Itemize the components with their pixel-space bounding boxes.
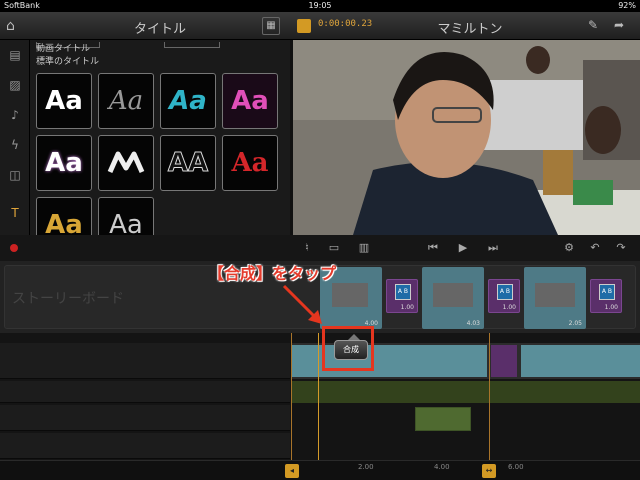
- lightning-icon[interactable]: ϟ: [7, 138, 23, 154]
- audio-track-header-1: [0, 381, 290, 403]
- redo-icon[interactable]: ↷: [614, 241, 628, 255]
- undo-icon[interactable]: ↶: [588, 241, 602, 255]
- transition-duration: 1.00: [400, 304, 414, 311]
- skip-back-icon[interactable]: ⏮: [426, 241, 440, 255]
- motion-title-thumb-partial-2[interactable]: [164, 42, 220, 48]
- project-title: マミルトン: [437, 22, 503, 37]
- video-preview[interactable]: [293, 40, 640, 235]
- title-style-2[interactable]: Aa: [98, 73, 154, 129]
- trash-icon[interactable]: ▥: [357, 241, 371, 255]
- standard-titles-heading: 標準のタイトル: [36, 57, 100, 67]
- title-library-panel: 動画タイトル 標準のタイトル Aa Aa Aa Aa Aa AA Aa Aa A…: [30, 40, 290, 235]
- timecode: 0:00:00.23: [318, 19, 373, 29]
- annotation-arrow-icon: [282, 284, 322, 324]
- storyboard-label: ストーリーボード: [12, 291, 124, 307]
- skip-forward-icon[interactable]: ⏭: [486, 241, 500, 255]
- music-icon[interactable]: ♪: [7, 108, 23, 124]
- panel-title: タイトル: [133, 22, 186, 37]
- audio-track-header-2: [0, 405, 290, 431]
- storyboard-clip[interactable]: 2.05: [524, 267, 586, 329]
- playhead[interactable]: [318, 333, 319, 460]
- selection-start-line: [291, 333, 292, 460]
- preview-frame-image: [293, 40, 640, 235]
- title-style-1[interactable]: Aa: [36, 73, 92, 129]
- transition-duration: 1.00: [502, 304, 516, 311]
- title-style-6[interactable]: [98, 135, 154, 191]
- transition-thumbnail: A B: [497, 284, 513, 300]
- playback-controls: ♮ ▭ ▥ ⏮ ▶ ⏭ ⚙ ↶ ↷: [0, 235, 640, 261]
- trim-end-handle[interactable]: ↔: [482, 464, 496, 478]
- motion-titles-heading: 動画タイトル: [36, 44, 91, 54]
- title-style-9[interactable]: Aa: [36, 197, 92, 235]
- title-style-10[interactable]: Aa: [98, 197, 154, 235]
- transition-thumbnail: A B: [395, 284, 411, 300]
- timeline-transition[interactable]: [491, 345, 517, 377]
- transition-icon[interactable]: ◫: [7, 168, 23, 184]
- title-style-8[interactable]: Aa: [222, 135, 278, 191]
- ruler-tick: 6.00: [508, 463, 524, 471]
- annotation-caption: 【合成】をタップ: [208, 264, 337, 283]
- timeline-video-clip[interactable]: [521, 345, 640, 377]
- ruler-tick: 4.00: [434, 463, 450, 471]
- timeline[interactable]: [0, 333, 640, 460]
- title-style-4[interactable]: Aa: [222, 73, 278, 129]
- status-bar: SoftBank 19:05 92%: [0, 0, 640, 12]
- top-toolbar: ⌂ タイトル ▦ 0:00:00.23 マミルトン ✎ ➦: [0, 12, 640, 40]
- title-tool-icon[interactable]: T: [7, 206, 23, 222]
- grid-view-icon[interactable]: ▦: [262, 17, 280, 35]
- storyboard-transition[interactable]: A B 1.00: [488, 279, 520, 313]
- clip-thumbnail: [332, 283, 368, 307]
- time-ruler: ◂ 2.00 4.00 ↔ 6.00: [0, 460, 640, 480]
- film-icon: [297, 19, 311, 33]
- selection-end-line: [489, 333, 490, 460]
- split-clip-icon[interactable]: ▭: [327, 241, 341, 255]
- audio-track-header-3: [0, 433, 290, 459]
- title-style-7[interactable]: AA: [160, 135, 216, 191]
- ruler-tick: 2.00: [358, 463, 374, 471]
- video-library-icon[interactable]: ▤: [7, 48, 23, 64]
- transition-thumbnail: A B: [599, 284, 615, 300]
- clip-thumbnail: [535, 283, 575, 307]
- audio-clip[interactable]: [415, 407, 471, 431]
- clip-thumbnail: [433, 283, 473, 307]
- microphone-icon[interactable]: ♮: [300, 241, 314, 255]
- video-track-header: [0, 343, 290, 379]
- media-tool-strip: ▤ ▨ ♪ ϟ ◫ T: [0, 40, 30, 235]
- photo-library-icon[interactable]: ▨: [7, 78, 23, 94]
- share-icon[interactable]: ➦: [614, 18, 630, 34]
- title-style-3[interactable]: Aa: [160, 73, 216, 129]
- wave-m-icon: [107, 151, 145, 174]
- title-style-5[interactable]: Aa: [36, 135, 92, 191]
- storyboard-transition[interactable]: A B 1.00: [386, 279, 418, 313]
- clip-duration: 4.03: [466, 320, 480, 327]
- audio-track[interactable]: [291, 381, 640, 403]
- settings-gear-icon[interactable]: ⚙: [562, 241, 576, 255]
- home-icon[interactable]: ⌂: [6, 18, 22, 34]
- timeline-video-clip[interactable]: [291, 345, 487, 377]
- record-indicator-icon[interactable]: [10, 244, 18, 252]
- annotation-highlight-box: [322, 326, 374, 371]
- clip-duration: 2.05: [568, 320, 582, 327]
- storyboard-transition[interactable]: A B 1.00: [590, 279, 622, 313]
- storyboard-clip[interactable]: 4.03: [422, 267, 484, 329]
- trim-start-handle[interactable]: ◂: [285, 464, 299, 478]
- edit-icon[interactable]: ✎: [588, 18, 604, 34]
- battery-level: 92%: [618, 1, 636, 10]
- transition-duration: 1.00: [604, 304, 618, 311]
- clock: 19:05: [308, 1, 332, 10]
- play-icon[interactable]: ▶: [456, 241, 470, 255]
